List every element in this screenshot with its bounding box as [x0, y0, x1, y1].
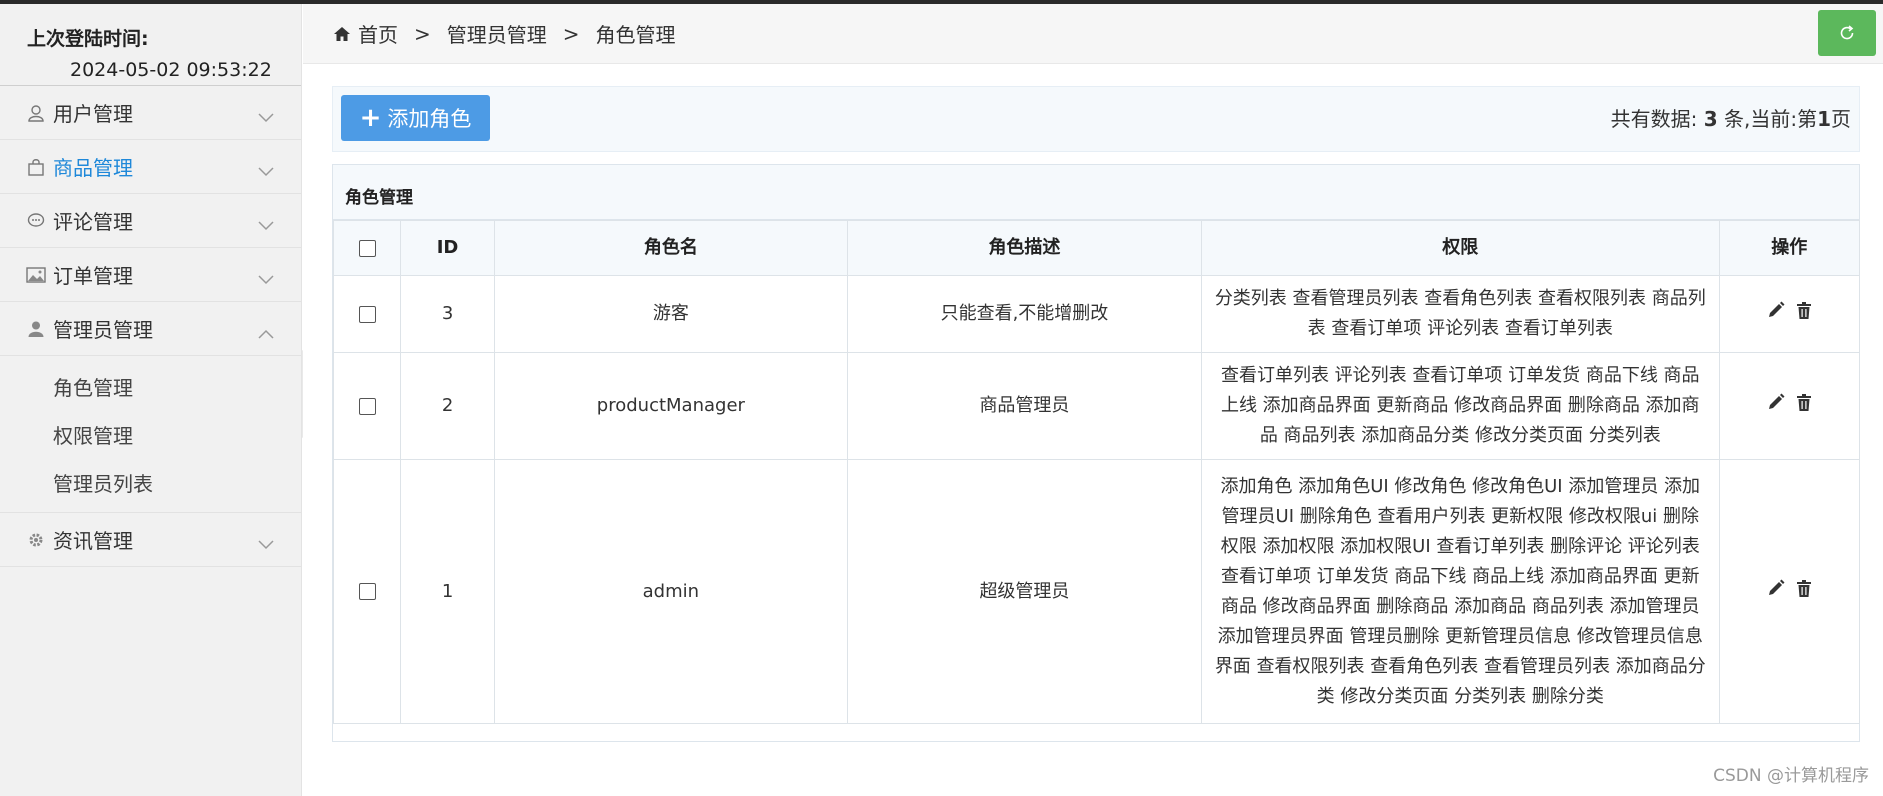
role-permissions: 查看订单列表 评论列表 查看订单项 订单发货 商品下线 商品上线 添加商品界面 …: [1201, 352, 1720, 460]
refresh-icon: [1840, 25, 1854, 40]
comment-icon: [25, 210, 47, 232]
sidebar-subitem-roles[interactable]: 角色管理: [0, 364, 301, 412]
chevron-up-icon: [258, 320, 274, 344]
last-login-time: 2024-05-02 09:53:22: [70, 59, 272, 81]
sidebar-item-news[interactable]: 资讯管理: [0, 513, 301, 567]
column-header-role-desc: 角色描述: [846, 220, 1203, 276]
breadcrumb-separator: >: [414, 21, 431, 46]
admin-submenu: 角色管理 权限管理 管理员列表: [0, 356, 301, 513]
sidebar-item-label: 用户管理: [53, 102, 133, 126]
total-count: 3: [1703, 107, 1718, 131]
sidebar-item-orders[interactable]: 订单管理: [0, 248, 301, 302]
role-id: 3: [400, 275, 495, 353]
role-id: 2: [400, 352, 495, 460]
column-header-permissions: 权限: [1201, 220, 1720, 276]
sidebar-subitem-permissions[interactable]: 权限管理: [0, 412, 301, 460]
role-name: 游客: [493, 275, 848, 353]
role-desc: 只能查看,不能增删改: [846, 275, 1203, 353]
sidebar: 上次登陆时间: 2024-05-02 09:53:22 用户管理 商品管理 评论…: [0, 4, 302, 796]
last-login-label: 上次登陆时间:: [27, 28, 149, 50]
role-permissions: 分类列表 查看管理员列表 查看角色列表 查看权限列表 商品列表 查看订单项 评论…: [1201, 275, 1720, 353]
image-icon: [25, 264, 47, 286]
delete-icon[interactable]: [1797, 299, 1812, 329]
sidebar-item-label: 评论管理: [53, 210, 133, 234]
role-desc: 商品管理员: [846, 352, 1203, 460]
plus-icon: +: [359, 103, 382, 133]
role-permissions: 添加角色 添加角色UI 修改角色 修改角色UI 添加管理员 添加管理员UI 删除…: [1201, 459, 1720, 724]
role-name: productManager: [493, 352, 848, 460]
row-checkbox[interactable]: [358, 583, 376, 600]
edit-icon[interactable]: [1767, 391, 1785, 421]
select-all-cell: [332, 220, 402, 276]
home-icon: [333, 26, 351, 42]
row-actions: [1718, 352, 1860, 460]
sidebar-item-label: 管理员管理: [53, 318, 153, 342]
admin-icon: [25, 318, 47, 340]
add-role-button[interactable]: + 添加角色: [341, 95, 490, 141]
sidebar-item-comments[interactable]: 评论管理: [0, 194, 301, 248]
chevron-down-icon: [258, 158, 274, 182]
row-actions: [1718, 459, 1860, 724]
sidebar-item-products[interactable]: 商品管理: [0, 140, 301, 194]
select-all-checkbox[interactable]: [358, 239, 376, 257]
delete-icon[interactable]: [1797, 577, 1812, 607]
refresh-button[interactable]: [1818, 10, 1876, 56]
chevron-down-icon: [258, 531, 274, 555]
role-desc: 超级管理员: [846, 459, 1203, 724]
sidebar-item-users[interactable]: 用户管理: [0, 86, 301, 140]
breadcrumb-separator: >: [562, 21, 580, 46]
sidebar-subitem-admin-list[interactable]: 管理员列表: [0, 460, 301, 508]
edit-icon[interactable]: [1767, 577, 1785, 607]
column-header-actions: 操作: [1718, 220, 1860, 276]
chevron-down-icon: [258, 104, 274, 128]
watermark: CSDN @计算机程序: [1713, 766, 1869, 786]
sidebar-item-label: 商品管理: [53, 156, 133, 180]
sidebar-item-label: 资讯管理: [53, 529, 133, 553]
page-info-mid: 条,当前:第: [1723, 107, 1818, 131]
table-row: 1 admin 超级管理员 添加角色 添加角色UI 修改角色 修改角色UI 添加…: [332, 459, 1860, 724]
last-login-box: 上次登陆时间: 2024-05-02 09:53:22: [0, 4, 301, 86]
gear-icon: [25, 529, 47, 551]
main-content: 首页 > 管理员管理 > 角色管理 + 添加角色 共有数据: 3 条,当前:第1…: [303, 4, 1883, 796]
panel-title: 角色管理: [333, 165, 1859, 220]
breadcrumb-admin[interactable]: 管理员管理: [447, 19, 547, 48]
bag-icon: [25, 156, 47, 178]
column-header-id: ID: [400, 220, 495, 276]
row-select-cell: [332, 352, 402, 460]
breadcrumb-home[interactable]: 首页: [358, 19, 398, 48]
row-select-cell: [332, 459, 402, 724]
edit-icon[interactable]: [1767, 299, 1785, 329]
roles-table: ID 角色名 角色描述 权限 操作 3 游客 只能查看,不能增删改 分类列表 查…: [332, 220, 1860, 724]
sidebar-item-admins[interactable]: 管理员管理: [0, 302, 301, 356]
column-header-role-name: 角色名: [493, 220, 848, 276]
row-actions: [1718, 275, 1860, 353]
breadcrumb-current: 角色管理: [595, 23, 676, 47]
toolbar: + 添加角色 共有数据: 3 条,当前:第1页: [332, 86, 1860, 152]
page-info-prefix: 共有数据:: [1610, 107, 1698, 131]
page-info-suffix: 页: [1831, 107, 1851, 131]
row-checkbox[interactable]: [358, 397, 376, 415]
table-row: 3 游客 只能查看,不能增删改 分类列表 查看管理员列表 查看角色列表 查看权限…: [332, 275, 1860, 353]
row-checkbox[interactable]: [358, 305, 376, 323]
roles-panel: 角色管理 ID 角色名 角色描述 权限 操作 3 游客 只能查看,不能增删改 分…: [332, 164, 1860, 742]
role-name: admin: [493, 459, 848, 724]
chevron-down-icon: [258, 212, 274, 236]
page-info: 共有数据: 3 条,当前:第1页: [1611, 103, 1851, 132]
role-id: 1: [400, 459, 495, 724]
add-role-label: 添加角色: [387, 107, 472, 131]
chevron-down-icon: [258, 266, 274, 290]
row-select-cell: [332, 275, 402, 353]
table-header-row: ID 角色名 角色描述 权限 操作: [332, 220, 1860, 276]
delete-icon[interactable]: [1797, 391, 1812, 421]
breadcrumb: 首页 > 管理员管理 > 角色管理: [303, 4, 1883, 64]
current-page: 1: [1817, 107, 1831, 131]
sidebar-item-label: 订单管理: [53, 264, 133, 288]
user-icon: [25, 102, 47, 124]
table-row: 2 productManager 商品管理员 查看订单列表 评论列表 查看订单项…: [332, 352, 1860, 460]
